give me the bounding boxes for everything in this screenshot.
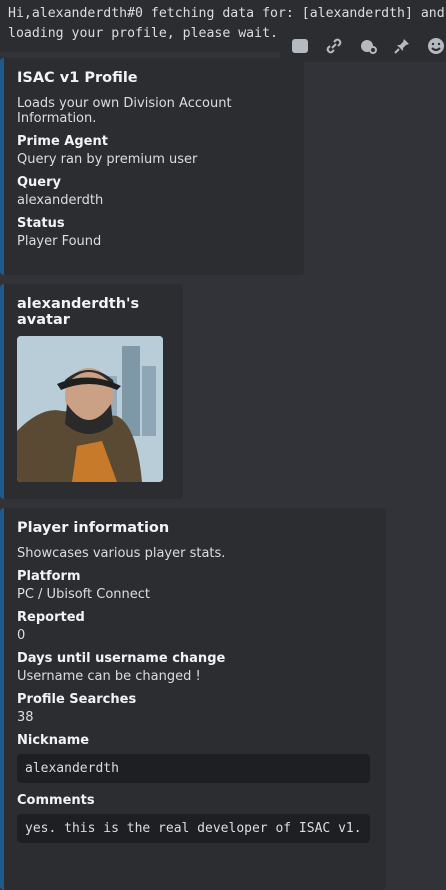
avatar-embed: alexanderdth's avatar bbox=[0, 284, 183, 499]
field-value-prime-agent: Query ran by premium user bbox=[17, 152, 198, 167]
embed-title: ISAC v1 Profile bbox=[17, 70, 138, 86]
field-name-comments: Comments bbox=[17, 793, 95, 808]
field-name-nickname: Nickname bbox=[17, 733, 90, 748]
field-name-prime-agent: Prime Agent bbox=[17, 134, 108, 149]
pin-icon[interactable] bbox=[390, 34, 414, 58]
svg-text:ID: ID bbox=[296, 42, 306, 52]
field-value-query: alexanderdth bbox=[17, 193, 104, 208]
field-name-profile-searches: Profile Searches bbox=[17, 692, 137, 707]
fetching-line-2: loading your profile, please wait... bbox=[8, 26, 294, 41]
field-name-reported: Reported bbox=[17, 610, 85, 625]
field-value-platform: PC / Ubisoft Connect bbox=[17, 587, 150, 602]
field-name-username-change: Days until username change bbox=[17, 651, 226, 666]
embed-description: Showcases various player stats. bbox=[17, 546, 226, 561]
embed-title: Player information bbox=[17, 520, 170, 536]
field-value-profile-searches: 38 bbox=[17, 710, 34, 725]
player-info-embed: Player information Showcases various pla… bbox=[0, 508, 386, 890]
field-value-status: Player Found bbox=[17, 234, 102, 249]
field-value-username-change: Username can be changed ! bbox=[17, 669, 201, 684]
field-value-reported: 0 bbox=[17, 628, 26, 643]
comments-codeblock: yes. this is the real developer of ISAC … bbox=[17, 814, 370, 843]
embed-description: Loads your own Division Account Informat… bbox=[17, 96, 232, 126]
field-name-status: Status bbox=[17, 216, 65, 231]
reply-thread-icon[interactable] bbox=[356, 34, 380, 58]
field-name-platform: Platform bbox=[17, 569, 81, 584]
field-name-query: Query bbox=[17, 175, 62, 190]
embed-title: alexanderdth's avatar bbox=[17, 296, 140, 328]
message-action-toolbar: ID bbox=[280, 30, 446, 62]
emoji-icon[interactable] bbox=[424, 34, 446, 58]
link-icon[interactable] bbox=[322, 34, 346, 58]
avatar-image[interactable] bbox=[17, 336, 163, 482]
fetching-line-1: Hi,alexanderdth#0 fetching data for: [al… bbox=[8, 6, 445, 21]
profile-embed: ISAC v1 Profile Loads your own Division … bbox=[0, 58, 304, 275]
nickname-codeblock: alexanderdth bbox=[17, 754, 370, 783]
id-icon[interactable]: ID bbox=[288, 34, 312, 58]
